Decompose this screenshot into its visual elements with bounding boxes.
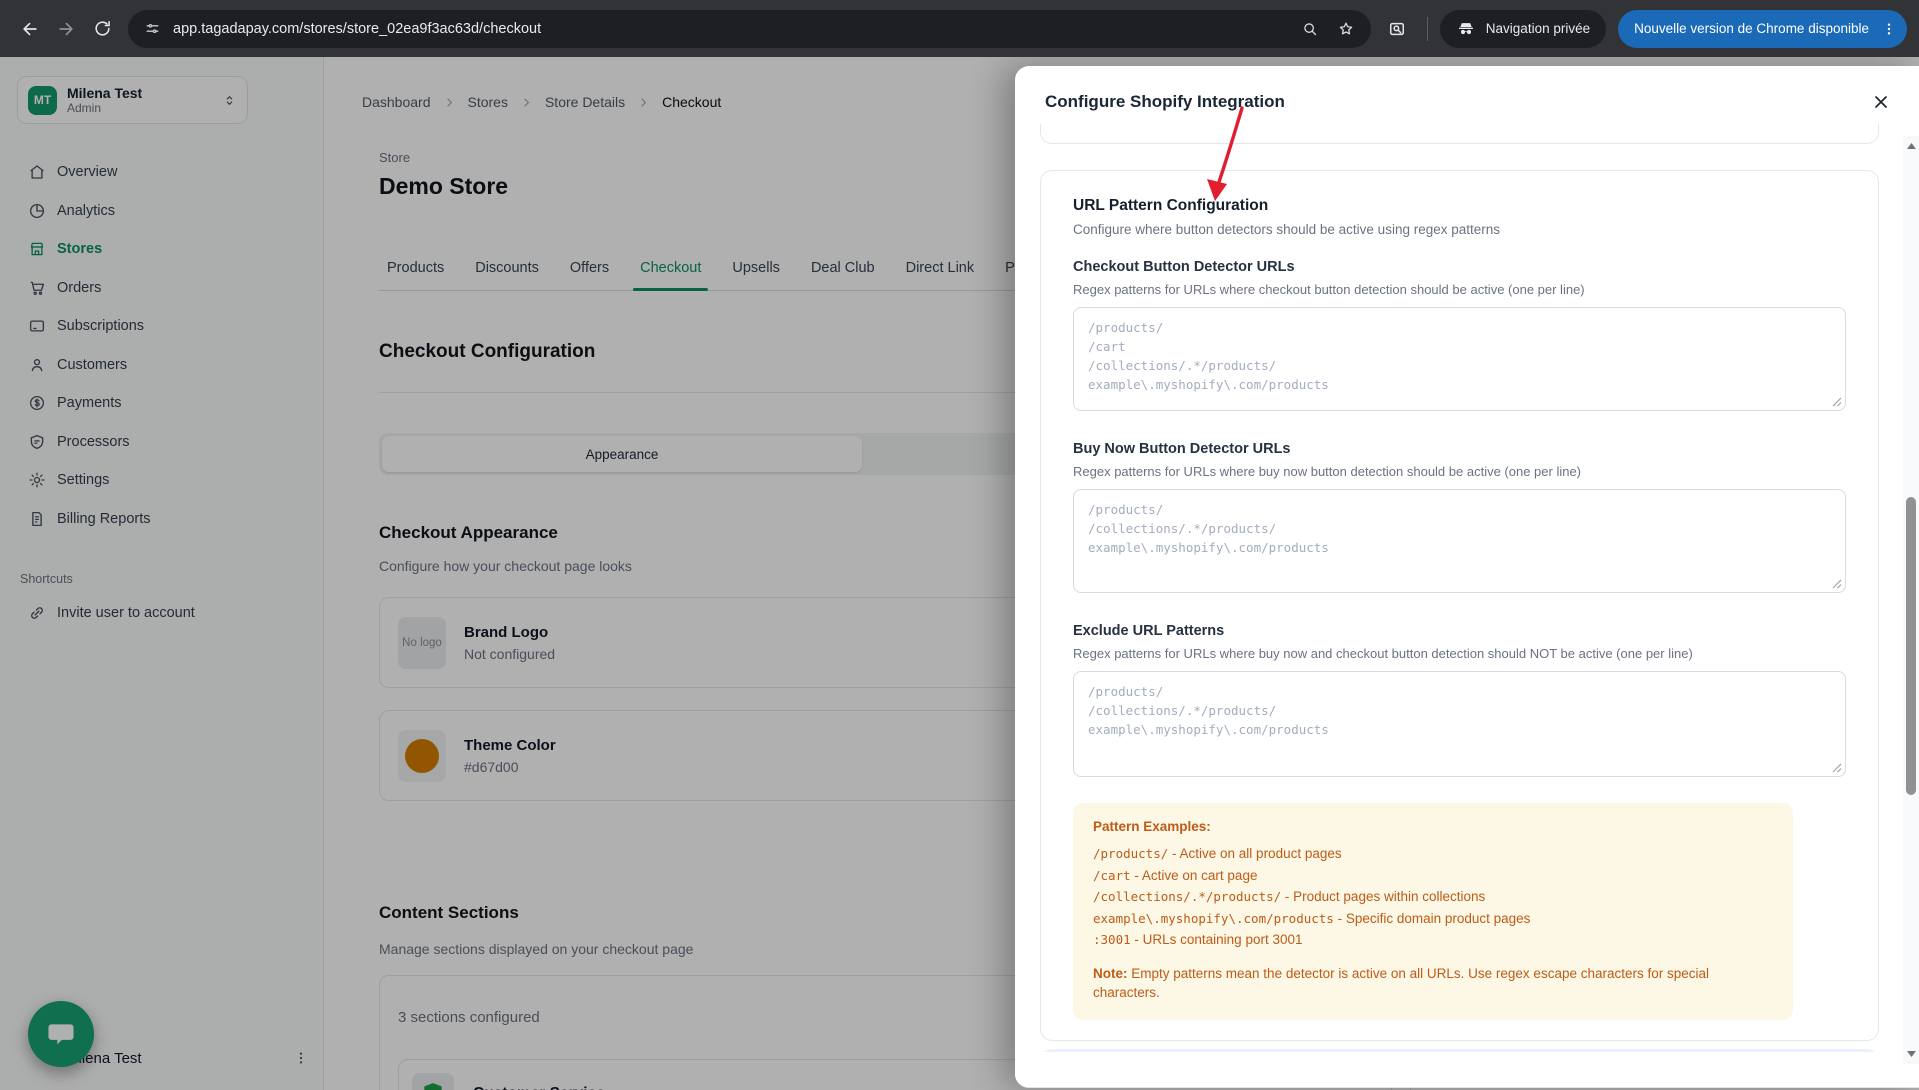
- browser-reload-button[interactable]: [84, 11, 120, 47]
- drawer-footer: [1015, 1052, 1919, 1088]
- resize-handle-icon[interactable]: [1832, 579, 1842, 589]
- url-pattern-card: URL Pattern Configuration Configure wher…: [1040, 170, 1879, 1041]
- tab-search-icon: [1389, 22, 1404, 35]
- scroll-up-arrow[interactable]: [1903, 138, 1919, 154]
- field-helper: Regex patterns for URLs where buy now bu…: [1073, 464, 1582, 479]
- example-line: /cart - Active on cart page: [1093, 867, 1258, 883]
- examples-title: Pattern Examples:: [1093, 819, 1211, 834]
- zoom-icon[interactable]: [1301, 20, 1319, 38]
- previous-card-remnant: [1040, 124, 1879, 144]
- browser-toolbar: app.tagadapay.com/stores/store_02ea9f3ac…: [0, 0, 1919, 57]
- exclude-patterns-field: Exclude URL Patterns Regex patterns for …: [1073, 623, 1846, 777]
- scrollbar-thumb[interactable]: [1906, 497, 1916, 795]
- url-pattern-title: URL Pattern Configuration: [1073, 197, 1269, 214]
- arrow-left-icon: [23, 22, 37, 35]
- drawer-body: URL Pattern Configuration Configure wher…: [1015, 124, 1919, 1088]
- field-label: Checkout Button Detector URLs: [1073, 259, 1295, 275]
- tab-search-button[interactable]: [1379, 11, 1415, 47]
- url-text[interactable]: app.tagadapay.com/stores/store_02ea9f3ac…: [173, 21, 1283, 37]
- field-label: Exclude URL Patterns: [1073, 623, 1225, 639]
- address-bar[interactable]: app.tagadapay.com/stores/store_02ea9f3ac…: [128, 9, 1371, 48]
- incognito-icon: [1458, 22, 1473, 34]
- example-line: /products/ - Active on all product pages: [1093, 846, 1342, 861]
- checkout-detector-textarea[interactable]: [1073, 307, 1846, 411]
- close-button[interactable]: [1869, 90, 1893, 114]
- checkout-detector-field: Checkout Button Detector URLs Regex patt…: [1073, 259, 1846, 411]
- drawer-scrollbar[interactable]: [1903, 136, 1919, 1064]
- example-line: :3001 - URLs containing port 3001: [1093, 932, 1303, 947]
- examples-note: Note: Empty patterns mean the detector i…: [1093, 965, 1710, 1000]
- buy-now-detector-textarea[interactable]: [1073, 489, 1846, 593]
- field-helper: Regex patterns for URLs where checkout b…: [1073, 282, 1585, 297]
- arrow-right-icon: [59, 22, 73, 35]
- field-label: Buy Now Button Detector URLs: [1073, 441, 1291, 457]
- field-helper: Regex patterns for URLs where buy now an…: [1073, 646, 1693, 661]
- bookmark-star-icon[interactable]: [1337, 20, 1355, 38]
- shopify-integration-drawer: Configure Shopify Integration URL Patter…: [1015, 66, 1919, 1088]
- url-pattern-subtitle: Configure where button detectors should …: [1073, 222, 1501, 237]
- chrome-update-button[interactable]: Nouvelle version de Chrome disponible: [1618, 9, 1907, 48]
- scroll-down-arrow[interactable]: [1903, 1046, 1919, 1062]
- browser-forward-button[interactable]: [48, 11, 84, 47]
- kebab-menu-icon: [1887, 22, 1891, 35]
- toolbar-divider: [1426, 16, 1428, 41]
- reload-icon: [94, 21, 110, 36]
- resize-handle-icon[interactable]: [1832, 397, 1842, 407]
- pattern-examples-box: Pattern Examples: /products/ - Active on…: [1073, 803, 1793, 1020]
- site-settings-icon[interactable]: [144, 20, 161, 37]
- incognito-label: Navigation privée: [1485, 21, 1591, 36]
- screen: app.tagadapay.com/stores/store_02ea9f3ac…: [0, 0, 1919, 1090]
- drawer-title: Configure Shopify Integration: [1045, 92, 1285, 111]
- example-line: /collections/.*/products/ - Product page…: [1093, 889, 1486, 904]
- close-icon: [1875, 96, 1887, 108]
- buy-now-detector-field: Buy Now Button Detector URLs Regex patte…: [1073, 441, 1846, 593]
- chrome-update-label: Nouvelle version de Chrome disponible: [1634, 21, 1869, 36]
- incognito-badge: Navigation privée: [1439, 9, 1607, 48]
- exclude-patterns-textarea[interactable]: [1073, 671, 1846, 777]
- example-line: example\.myshopify\.com/products - Speci…: [1093, 910, 1531, 926]
- browser-back-button[interactable]: [12, 11, 48, 47]
- resize-handle-icon[interactable]: [1832, 763, 1842, 773]
- drawer-header: Configure Shopify Integration: [1015, 66, 1919, 124]
